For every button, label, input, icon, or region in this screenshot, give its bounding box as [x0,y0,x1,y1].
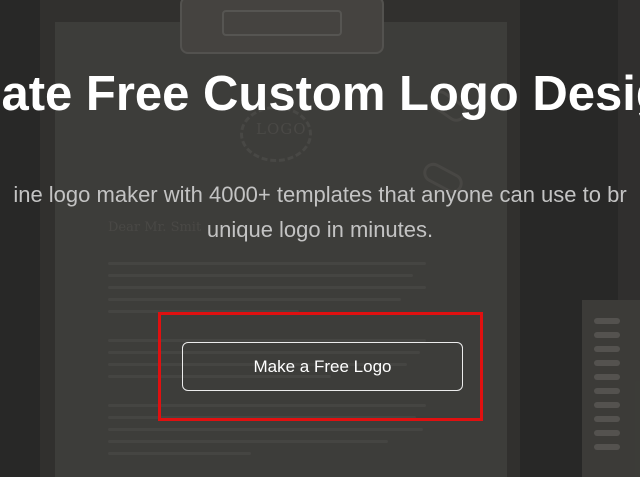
hero-subtitle: ine logo maker with 4000+ templates that… [0,177,640,247]
hero-subtitle-line-2: unique logo in minutes. [206,217,434,242]
hero-title: eate Free Custom Logo Desig [0,67,640,121]
hero-section: LOGO Dear Mr. Smit eate Free Custom Logo… [0,0,640,477]
make-free-logo-button[interactable]: Make a Free Logo [182,342,463,391]
hero-subtitle-line-1: ine logo maker with 4000+ templates that… [13,182,627,207]
